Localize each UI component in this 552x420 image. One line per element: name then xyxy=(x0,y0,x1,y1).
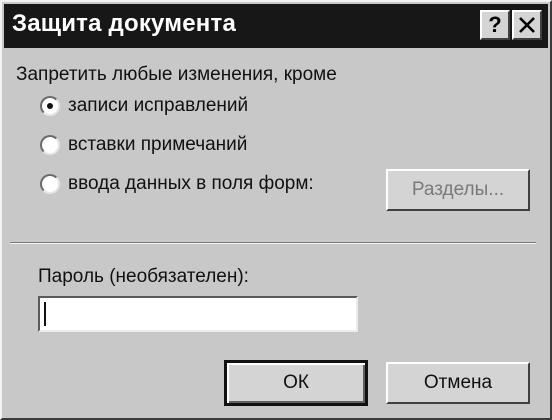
protect-document-dialog: Защита документа ? Запретить любые измен… xyxy=(0,0,552,420)
title-bar[interactable]: Защита документа ? xyxy=(4,4,548,48)
radio-label: ввода данных в поля форм: xyxy=(68,173,314,194)
close-button[interactable] xyxy=(512,10,542,40)
radio-button[interactable] xyxy=(40,174,60,194)
radio-forms[interactable]: ввода данных в поля форм: xyxy=(40,171,314,197)
ok-button[interactable]: ОК xyxy=(224,360,368,406)
radio-button-checked[interactable] xyxy=(40,96,60,116)
password-label: Пароль (необязателен): xyxy=(38,266,249,287)
password-input[interactable] xyxy=(38,296,358,332)
text-caret xyxy=(44,302,46,326)
window-title: Защита документа xyxy=(12,10,236,37)
sections-button[interactable]: Разделы... xyxy=(386,169,530,211)
radio-label: вставки примечаний xyxy=(68,134,248,155)
cancel-button[interactable]: Отмена xyxy=(386,362,530,404)
help-button[interactable]: ? xyxy=(480,10,510,40)
radio-button[interactable] xyxy=(40,135,60,155)
protection-group-label: Запретить любые изменения, кроме xyxy=(16,64,337,85)
divider xyxy=(10,242,536,244)
radio-tracked-changes[interactable]: записи исправлений xyxy=(40,93,248,119)
radio-label: записи исправлений xyxy=(68,95,249,116)
question-mark-icon: ? xyxy=(488,12,502,37)
radio-comments[interactable]: вставки примечаний xyxy=(40,132,247,158)
close-icon xyxy=(519,17,535,33)
